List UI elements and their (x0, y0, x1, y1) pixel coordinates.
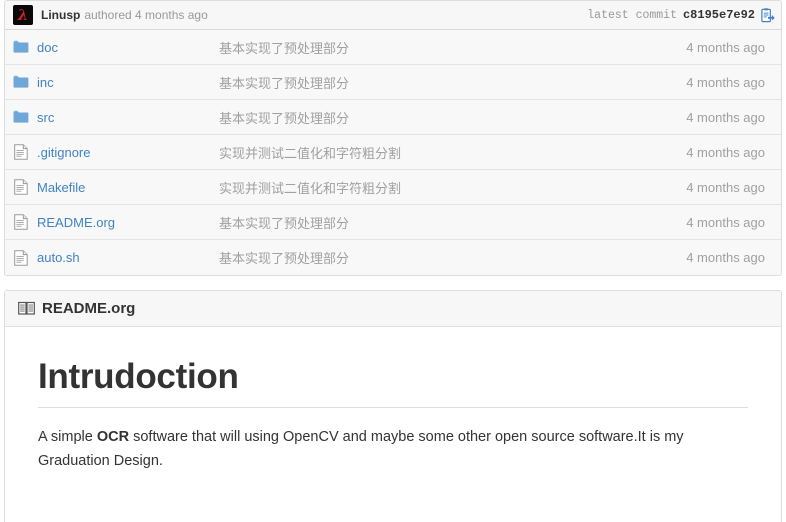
latest-commit-label: latest commit (587, 8, 677, 22)
table-row[interactable]: Makefile 实现并测试二值化和字符粗分割 4 months ago (5, 170, 781, 205)
file-name-cell: README.org (37, 215, 219, 230)
commit-message-cell: 基本实现了预处理部分 (219, 110, 350, 126)
commit-sha-link[interactable]: c8195e7e92 (683, 8, 755, 22)
commit-author-link[interactable]: Linusp (41, 8, 80, 22)
commit-authored-text: authored 4 months ago (84, 8, 208, 22)
file-link[interactable]: Makefile (37, 180, 85, 195)
commit-age-cell: 4 months ago (686, 109, 765, 125)
file-name-cell: Makefile (37, 180, 219, 195)
table-row[interactable]: auto.sh 基本实现了预处理部分 4 months ago (5, 240, 781, 275)
file-name-cell: inc (37, 75, 219, 90)
open-book-icon (18, 301, 42, 316)
repository-file-browser: λ Linusp authored 4 months ago latest co… (0, 0, 786, 522)
table-row[interactable]: src 基本实现了预处理部分 4 months ago (5, 100, 781, 135)
commit-message-cell: 实现并测试二值化和字符粗分割 (219, 180, 402, 196)
commit-age-cell: 4 months ago (686, 214, 765, 230)
lambda-avatar-icon: λ (17, 5, 29, 24)
paragraph-text-after: software that will using OpenCV and mayb… (38, 429, 684, 469)
paragraph-bold-term: OCR (96, 429, 130, 445)
readme-paragraph: A simple OCR software that will using Op… (38, 426, 710, 474)
folder-link[interactable]: doc (37, 40, 58, 55)
table-row[interactable]: inc 基本实现了预处理部分 4 months ago (5, 65, 781, 100)
copy-to-clipboard-icon[interactable] (760, 7, 775, 23)
avatar[interactable]: λ (13, 5, 33, 25)
file-icon (5, 179, 37, 195)
readme-header: README.org (5, 291, 781, 327)
table-row[interactable]: .gitignore 实现并测试二值化和字符粗分割 4 months ago (5, 135, 781, 170)
file-icon (5, 144, 37, 160)
latest-commit-bar: λ Linusp authored 4 months ago latest co… (5, 1, 781, 30)
file-name-cell: doc (37, 40, 219, 55)
readme-panel: README.org Intrudoction A simple OCR sof… (4, 290, 782, 522)
commit-age-cell: 4 months ago (686, 74, 765, 90)
commit-message-cell: 基本实现了预处理部分 (219, 251, 350, 266)
file-name-cell: src (37, 110, 219, 125)
file-link[interactable]: auto.sh (37, 250, 80, 265)
readme-heading: Intrudoction (38, 357, 748, 408)
commit-age-cell: 4 months ago (686, 250, 765, 265)
commit-age-cell: 4 months ago (686, 144, 765, 160)
folder-icon (5, 75, 37, 89)
folder-link[interactable]: src (37, 110, 54, 125)
readme-content: Intrudoction A simple OCR software that … (5, 327, 781, 474)
file-icon (5, 249, 37, 266)
latest-commit-info: latest commit c8195e7e92 (587, 7, 775, 23)
file-name-cell: .gitignore (37, 145, 219, 160)
commit-age-cell: 4 months ago (686, 39, 765, 55)
folder-icon (5, 40, 37, 54)
file-link[interactable]: .gitignore (37, 145, 90, 160)
file-rows: doc 基本实现了预处理部分 4 months ago inc 基本实现了预处理部分 4 … (5, 30, 781, 275)
commit-message-cell: 基本实现了预处理部分 (219, 40, 350, 56)
readme-filename: README.org (42, 300, 136, 317)
table-row[interactable]: README.org 基本实现了预处理部分 4 months ago (5, 205, 781, 240)
file-link[interactable]: README.org (37, 215, 115, 230)
file-list-panel: λ Linusp authored 4 months ago latest co… (4, 0, 782, 276)
file-name-cell: auto.sh (37, 250, 219, 265)
commit-message-cell: 基本实现了预处理部分 (219, 75, 350, 91)
paragraph-text-before: A simple (38, 429, 97, 445)
commit-age-cell: 4 months ago (686, 179, 765, 195)
table-row[interactable]: doc 基本实现了预处理部分 4 months ago (5, 30, 781, 65)
folder-link[interactable]: inc (37, 75, 54, 90)
commit-message-cell: 实现并测试二值化和字符粗分割 (219, 145, 402, 161)
commit-message-cell: 基本实现了预处理部分 (219, 215, 350, 231)
folder-icon (5, 110, 37, 124)
file-icon (5, 214, 37, 230)
